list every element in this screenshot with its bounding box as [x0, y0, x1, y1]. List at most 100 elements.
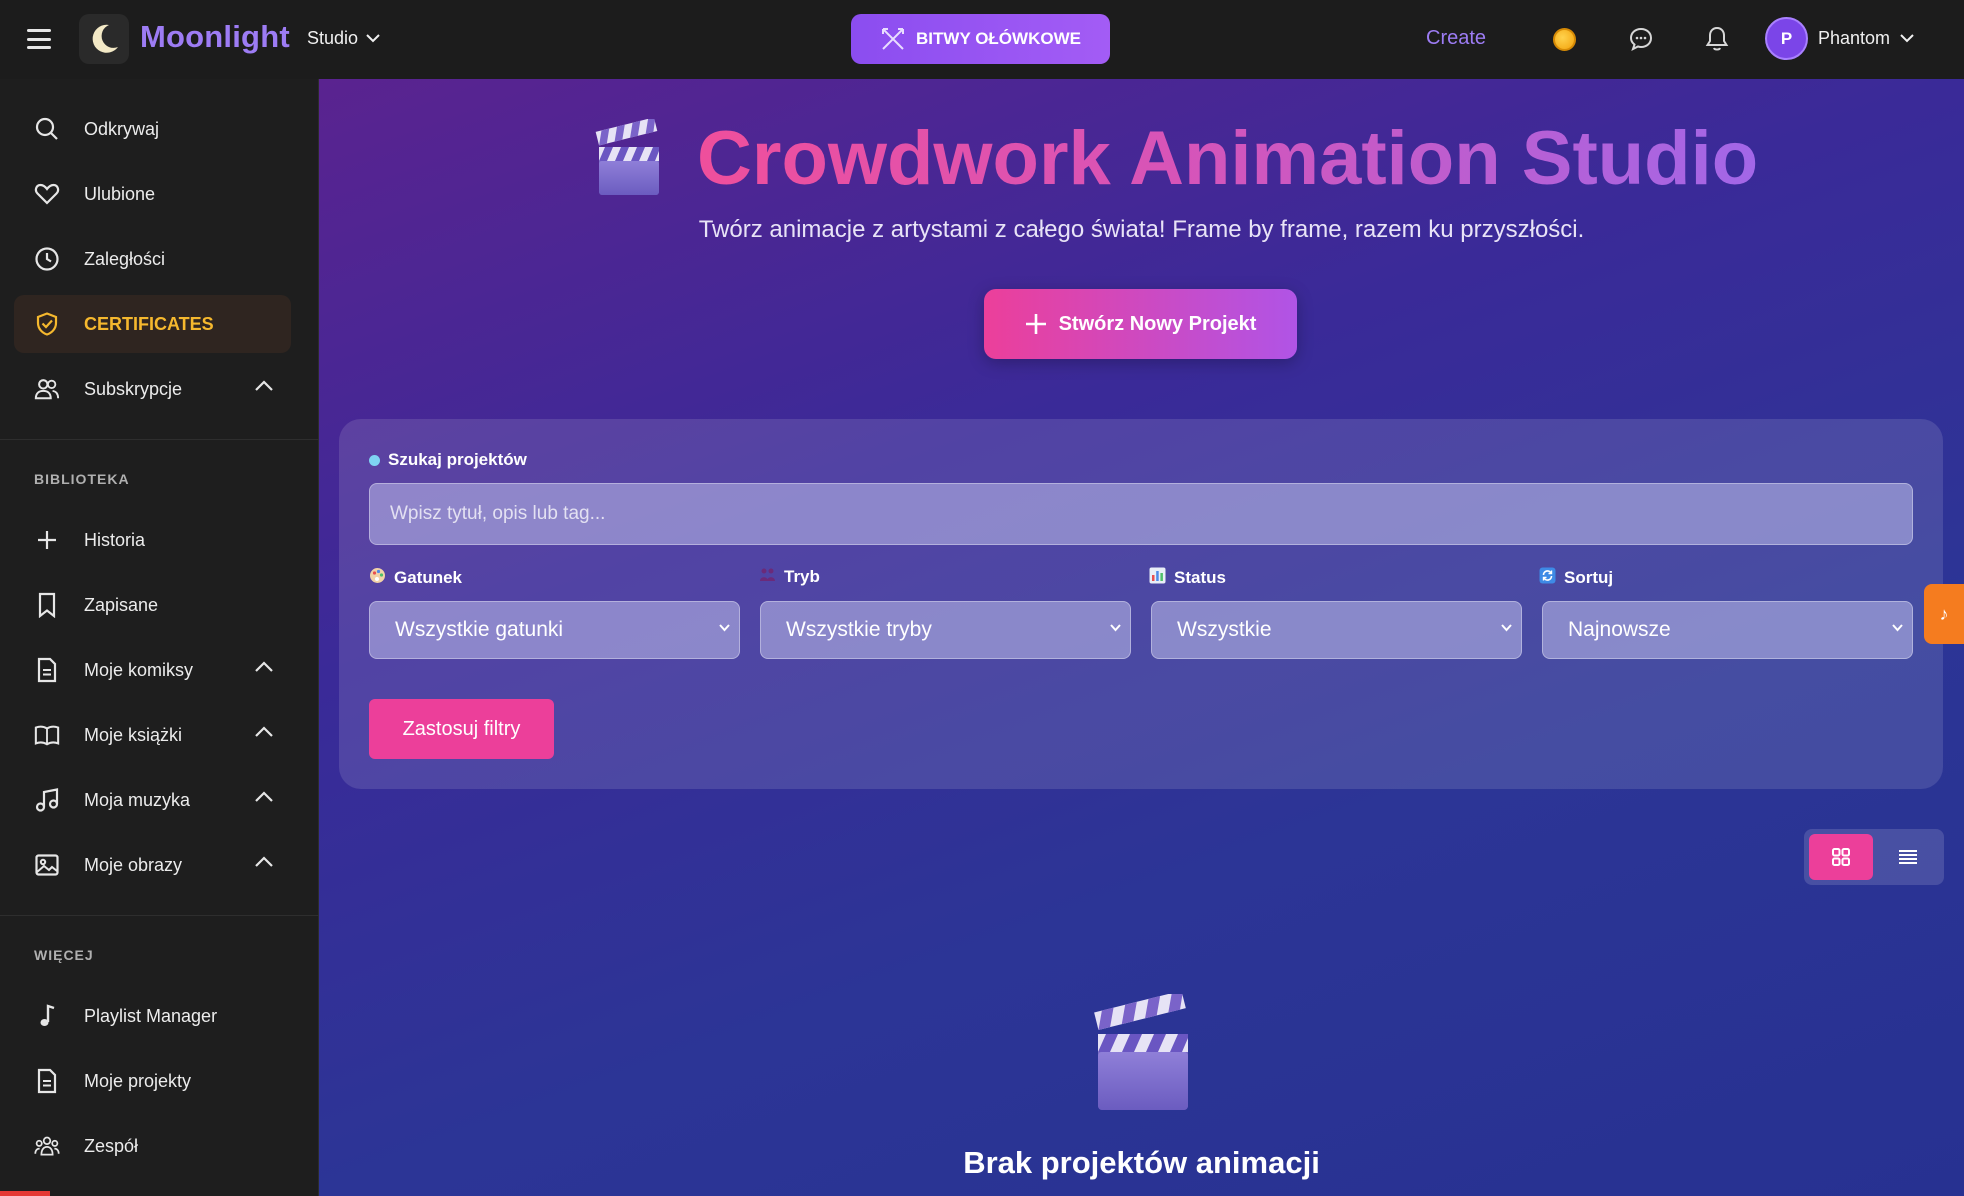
sidebar-item-label: Zaległości — [84, 248, 166, 269]
sidebar-item-zapisane[interactable]: Zapisane — [14, 576, 291, 634]
list-icon — [1899, 850, 1917, 864]
chevron-down-icon — [719, 624, 730, 632]
sidebar-item-label: Moje projekty — [84, 1070, 192, 1091]
chevron-down-icon — [1501, 624, 1512, 632]
users-icon — [34, 376, 60, 402]
document-icon — [34, 1068, 60, 1094]
chevron-up-icon[interactable] — [255, 661, 273, 672]
chevron-up-icon[interactable] — [255, 856, 273, 867]
search-dot-icon — [369, 454, 380, 466]
chevron-up-icon[interactable] — [255, 791, 273, 802]
create-link[interactable]: Create — [1426, 27, 1486, 50]
grid-icon — [1832, 848, 1850, 866]
moon-logo-icon[interactable] — [79, 14, 129, 64]
sidebar-item-moje-obrazy[interactable]: Moje obrazy — [14, 836, 291, 894]
image-icon — [34, 852, 60, 878]
status-select[interactable]: Wszystkie — [1151, 601, 1522, 659]
sidebar-item-label: Historia — [84, 529, 146, 550]
chevron-down-icon — [1892, 624, 1903, 632]
sidebar-item-label: Playlist Manager — [84, 1005, 218, 1026]
mode-select[interactable]: Wszystkie tryby — [760, 601, 1131, 659]
filter-panel: Szukaj projektów Gatunek Tryb Status Sor… — [339, 419, 1943, 789]
bell-icon[interactable] — [1704, 25, 1730, 58]
sidebar-item-ulubione[interactable]: Ulubione — [14, 165, 291, 223]
more-section-header: WIĘCEJ — [34, 947, 94, 963]
sidebar-item-odkrywaj[interactable]: Odkrywaj — [14, 100, 291, 158]
project-search-input[interactable] — [369, 483, 1913, 545]
search-field-label: Szukaj projektów — [369, 450, 527, 470]
clapperboard-icon — [591, 117, 667, 204]
clock-icon — [34, 246, 60, 272]
grid-view-button[interactable] — [1809, 834, 1873, 880]
pencil-battles-label: BITWY OŁÓWKOWE — [916, 29, 1081, 48]
sidebar-item-label: Ulubione — [84, 183, 156, 204]
empty-state-title: Brak projektów animacji — [963, 1145, 1320, 1180]
search-icon — [34, 116, 60, 142]
list-view-button[interactable] — [1877, 834, 1939, 880]
sidebar-item-label: Moja muzyka — [84, 789, 191, 810]
progress-indicator — [0, 1191, 50, 1196]
page-title: Crowdwork Animation Studio — [697, 116, 1759, 201]
sort-select[interactable]: Najnowsze — [1542, 601, 1913, 659]
palette-icon — [369, 567, 386, 589]
sidebar-item-label: Zespół — [84, 1135, 139, 1156]
music-icon — [34, 787, 60, 813]
refresh-icon — [1539, 567, 1556, 589]
studio-dropdown[interactable]: Studio — [307, 28, 380, 49]
team-icon — [34, 1133, 60, 1159]
apply-filters-button[interactable]: Zastosuj filtry — [369, 699, 554, 759]
chevron-down-icon — [1110, 624, 1121, 632]
sidebar-item-historia[interactable]: Historia — [14, 511, 291, 569]
chevron-up-icon[interactable] — [255, 380, 273, 391]
create-new-project-button[interactable]: Stwórz Nowy Projekt — [984, 289, 1297, 359]
people-icon — [759, 567, 776, 587]
plus-icon — [34, 527, 60, 553]
sidebar-item-label: Moje książki — [84, 724, 183, 745]
book-icon — [34, 722, 60, 748]
sidebar-item-certificates[interactable]: CERTIFICATES — [14, 295, 291, 353]
sidebar: Odkrywaj Ulubione Zaległości CERTIFICATE… — [0, 79, 319, 1196]
genre-select[interactable]: Wszystkie gatunki — [369, 601, 740, 659]
sidebar-item-label: Odkrywaj — [84, 118, 160, 139]
coin-icon[interactable] — [1553, 28, 1576, 51]
sidebar-item-zaleglosci[interactable]: Zaległości — [14, 230, 291, 288]
page-subtitle: Twórz animacje z artystami z całego świa… — [698, 216, 1585, 243]
heart-icon — [34, 181, 60, 207]
sidebar-divider — [0, 439, 319, 440]
pencil-battles-button[interactable]: BITWY OŁÓWKOWE — [851, 14, 1110, 64]
sidebar-item-moje-ksiazki[interactable]: Moje książki — [14, 706, 291, 764]
sidebar-item-label: CERTIFICATES — [84, 313, 214, 334]
chevron-down-icon — [366, 34, 380, 43]
library-section-header: BIBLIOTEKA — [34, 471, 130, 487]
sidebar-item-label: Moje obrazy — [84, 854, 183, 875]
chat-bubble-icon[interactable] — [1628, 26, 1654, 57]
crossed-swords-icon — [882, 28, 905, 50]
sidebar-item-label: Zapisane — [84, 594, 159, 615]
document-icon — [34, 657, 60, 683]
chevron-down-icon — [1900, 34, 1914, 43]
sidebar-item-moje-projekty[interactable]: Moje projekty — [14, 1052, 291, 1110]
bookmark-icon — [34, 592, 60, 618]
sidebar-item-playlist-manager[interactable]: Playlist Manager — [14, 987, 291, 1045]
main-content: Crowdwork Animation Studio Twórz animacj… — [319, 79, 1964, 1196]
hamburger-menu-icon[interactable] — [27, 29, 51, 49]
sidebar-item-label: Subskrypcje — [84, 378, 183, 399]
create-new-project-label: Stwórz Nowy Projekt — [1058, 312, 1257, 335]
sidebar-item-zespol[interactable]: Zespół — [14, 1117, 291, 1175]
view-toggle — [1804, 829, 1944, 885]
sidebar-item-moje-komiksy[interactable]: Moje komiksy — [14, 641, 291, 699]
avatar: P — [1765, 17, 1808, 60]
music-player-tab[interactable]: ♪ — [1924, 584, 1964, 644]
mode-field-label: Tryb — [759, 567, 820, 587]
status-field-label: Status — [1149, 567, 1226, 589]
music-note-icon: ♪ — [1939, 603, 1949, 624]
chevron-up-icon[interactable] — [255, 726, 273, 737]
sidebar-item-moja-muzyka[interactable]: Moja muzyka — [14, 771, 291, 829]
clapperboard-icon — [1086, 990, 1196, 1121]
genre-field-label: Gatunek — [369, 567, 462, 589]
brand-name[interactable]: Moonlight — [140, 19, 290, 55]
user-menu[interactable]: P Phantom — [1765, 17, 1914, 60]
sidebar-item-subskrypcje[interactable]: Subskrypcje — [14, 360, 291, 418]
sidebar-divider — [0, 915, 319, 916]
sort-field-label: Sortuj — [1539, 567, 1613, 589]
